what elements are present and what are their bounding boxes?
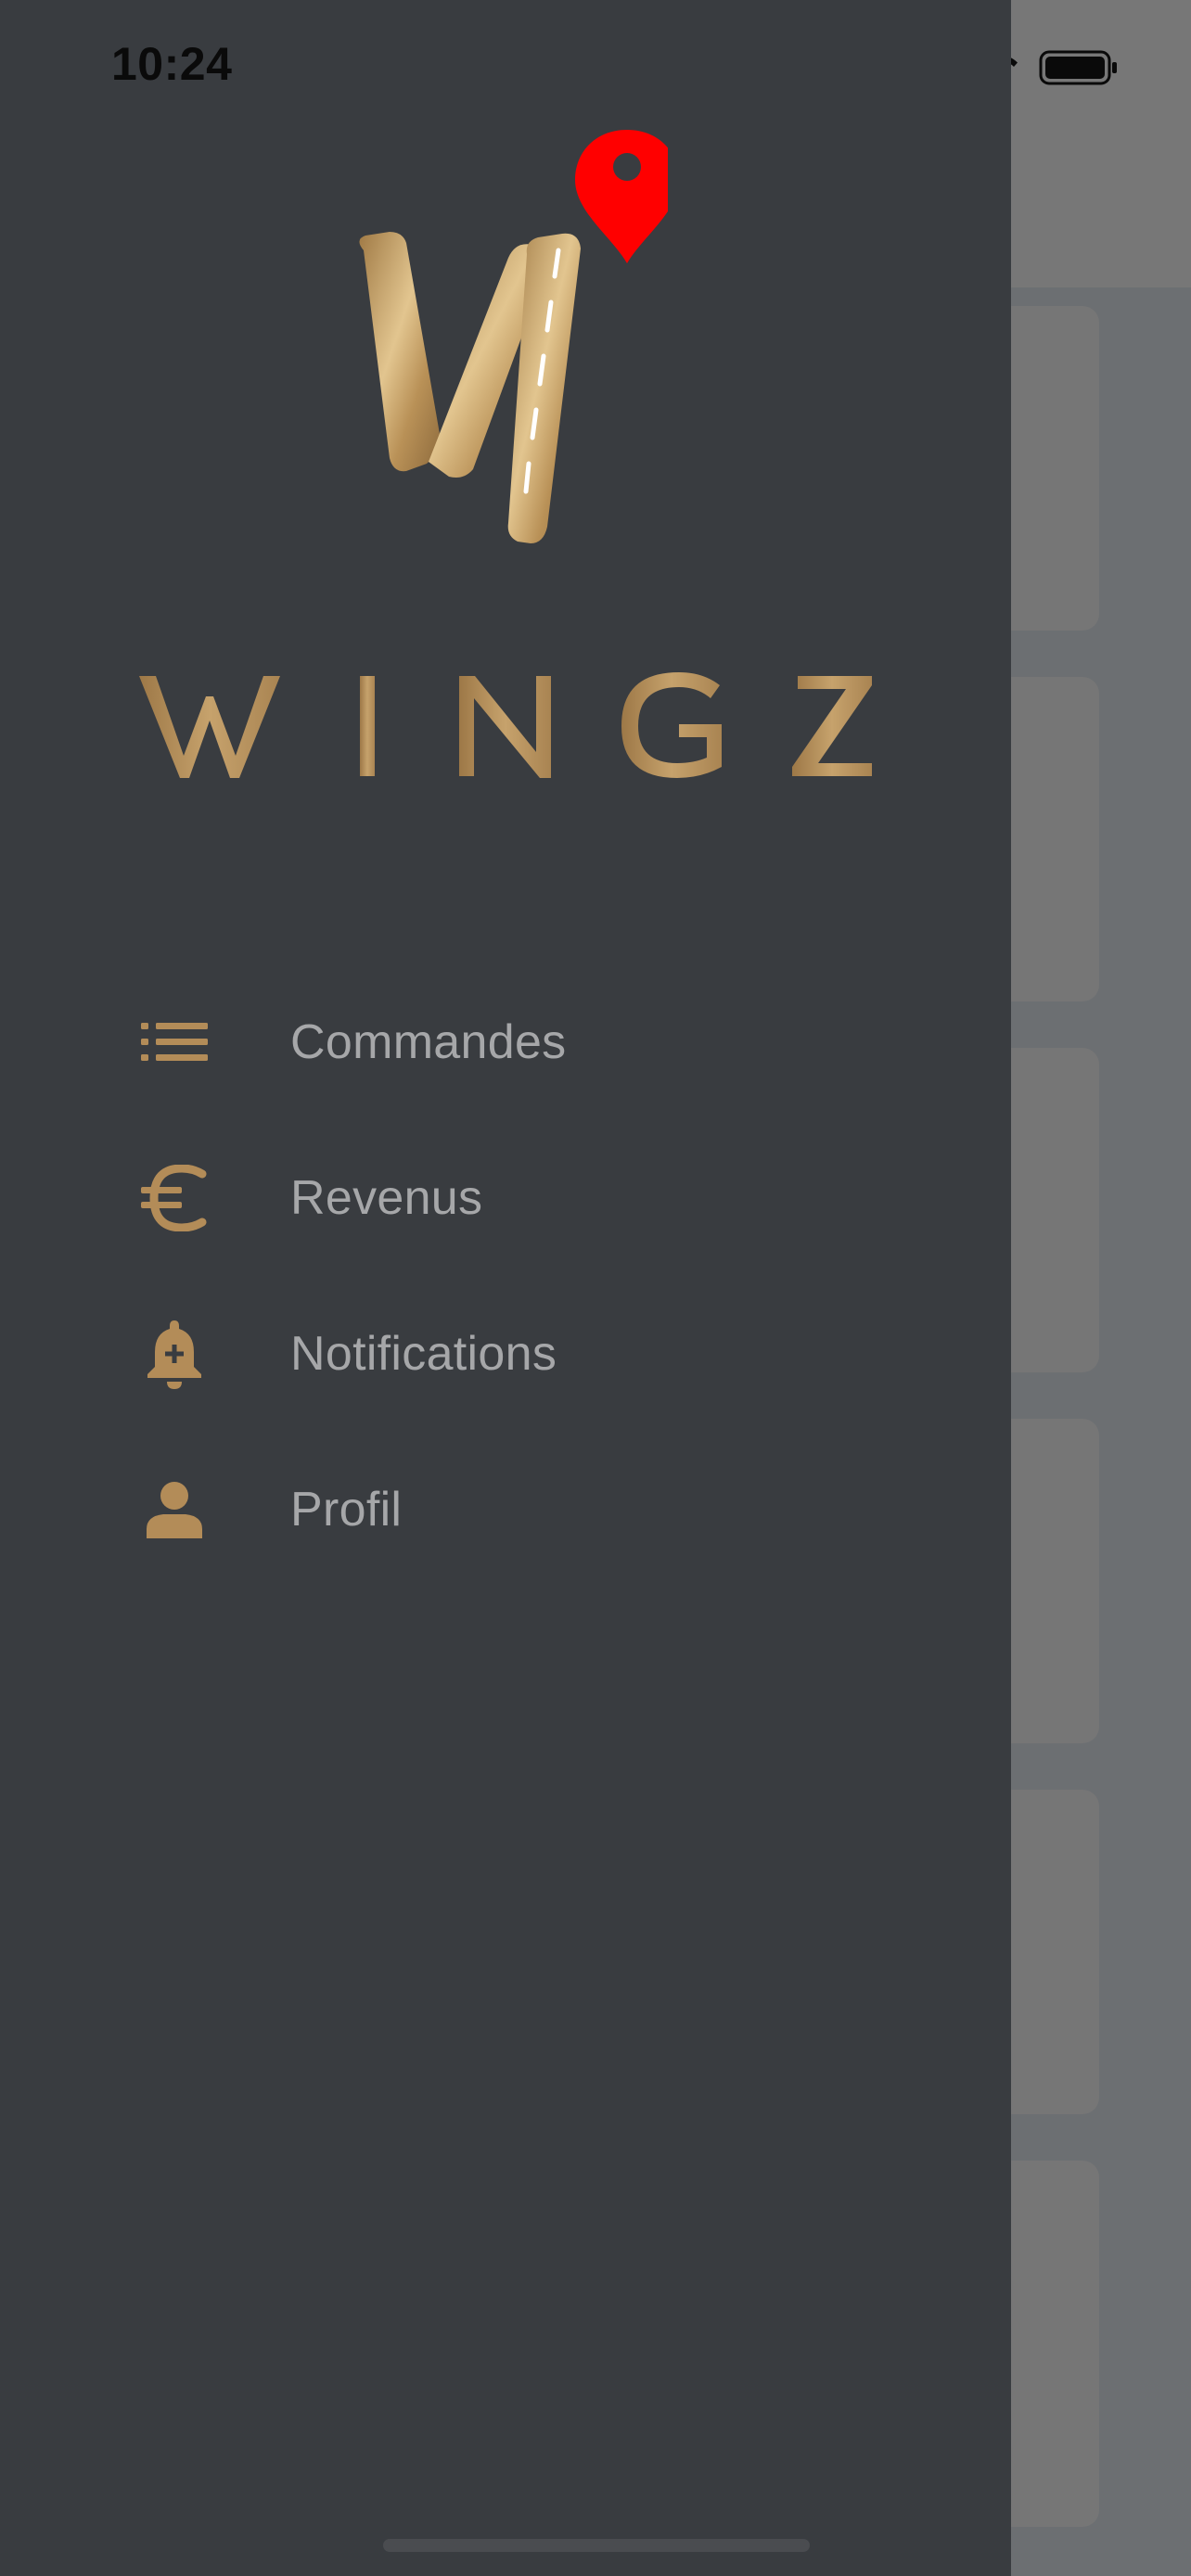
list-icon xyxy=(137,1005,211,1079)
map-pin-icon xyxy=(575,130,668,263)
menu-item-label: Revenus xyxy=(290,1171,483,1225)
background-card xyxy=(1011,1048,1099,1372)
menu-item-notifications[interactable]: Notifications xyxy=(0,1276,1011,1432)
battery-icon xyxy=(1039,50,1117,85)
menu-item-profil[interactable]: Profil xyxy=(0,1432,1011,1588)
menu-item-label: Profil xyxy=(290,1483,403,1537)
background-card xyxy=(1011,2161,1099,2527)
status-time: 10:24 xyxy=(111,38,233,90)
person-icon xyxy=(137,1473,211,1547)
menu-item-label: Notifications xyxy=(290,1327,557,1381)
drawer-menu: Commandes Revenus Notifications Profil xyxy=(0,964,1011,1588)
background-card xyxy=(1011,306,1099,631)
background-card xyxy=(1011,1419,1099,1743)
menu-item-label: Commandes xyxy=(290,1015,567,1069)
navigation-drawer: 10:24 Commandes Revenus Notifications Pr… xyxy=(0,0,1011,2576)
background-card xyxy=(1011,677,1099,1001)
bell-plus-icon xyxy=(137,1317,211,1391)
euro-icon xyxy=(137,1161,211,1235)
background-header xyxy=(1011,0,1191,287)
wingz-wordmark-logo xyxy=(139,672,872,778)
menu-item-commandes[interactable]: Commandes xyxy=(0,964,1011,1120)
wingz-logo-icon xyxy=(359,130,668,544)
menu-item-revenus[interactable]: Revenus xyxy=(0,1120,1011,1276)
home-indicator[interactable] xyxy=(383,2539,810,2552)
background-card xyxy=(1011,1790,1099,2114)
